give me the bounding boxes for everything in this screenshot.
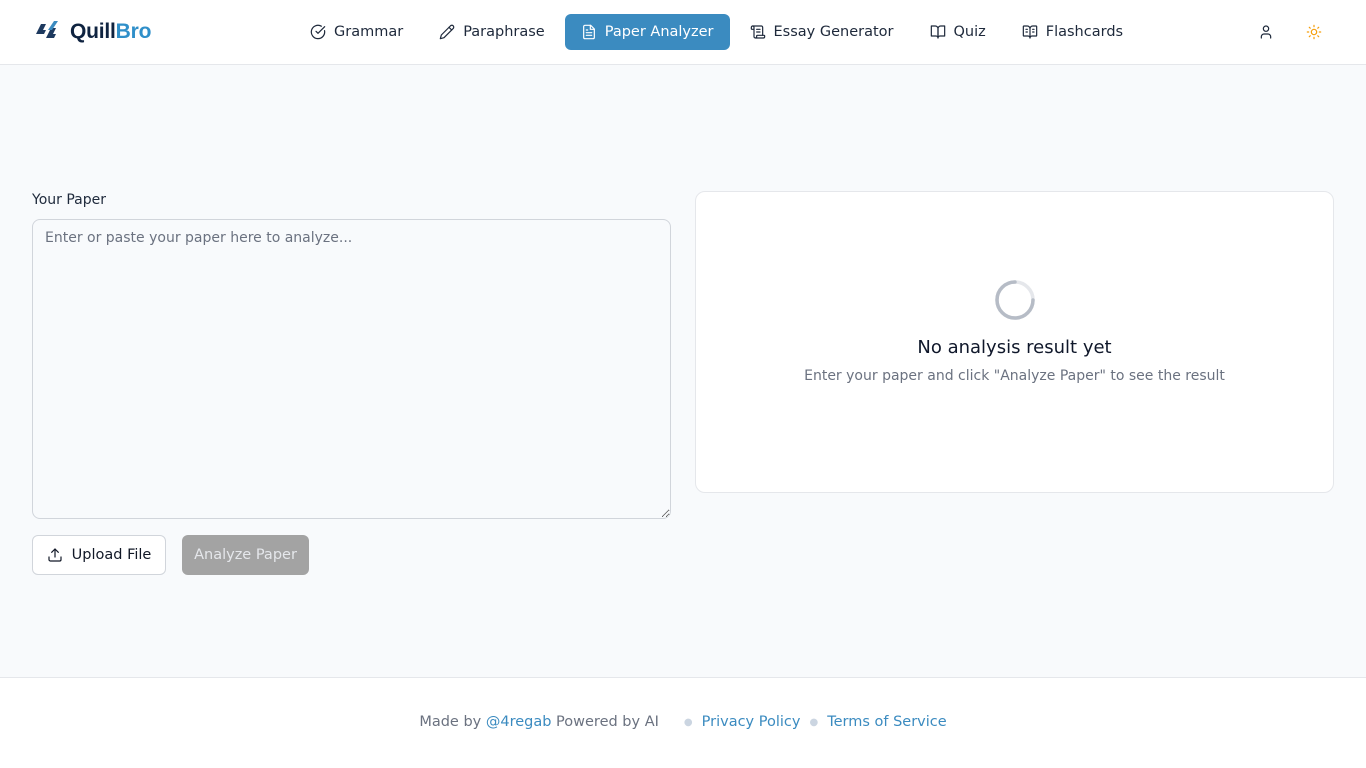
book-open-icon	[930, 25, 945, 39]
nav-quiz-label: Quiz	[953, 24, 986, 40]
paper-label: Your Paper	[32, 192, 106, 208]
user-account-button[interactable]	[1254, 20, 1278, 44]
result-empty-title: No analysis result yet	[917, 337, 1112, 358]
privacy-policy-link[interactable]: Privacy Policy	[702, 714, 801, 730]
footer: Made by @4regab Powered by AI ● Privacy …	[0, 677, 1366, 768]
nav-flashcards-label: Flashcards	[1045, 24, 1124, 40]
analyze-paper-button[interactable]: Analyze Paper	[182, 535, 309, 575]
upload-file-label: Upload File	[71, 547, 152, 563]
nav-flashcards[interactable]: Flashcards	[1006, 14, 1139, 50]
footer-separator: ●	[809, 716, 819, 728]
document-icon	[582, 24, 595, 40]
book-bookmark-icon	[1022, 25, 1038, 39]
footer-content: Made by @4regab Powered by AI ● Privacy …	[0, 714, 1366, 730]
theme-toggle-button[interactable]	[1302, 20, 1326, 44]
paper-textarea[interactable]	[32, 219, 671, 519]
loading-spinner-icon	[995, 280, 1035, 320]
quillbro-logo-icon	[34, 19, 60, 45]
footer-separator: ●	[683, 716, 693, 728]
pencil-icon	[439, 24, 455, 40]
author-link[interactable]: @4regab	[486, 714, 552, 730]
check-circle-icon	[310, 24, 326, 40]
nav-essay-generator-label: Essay Generator	[773, 24, 894, 40]
analysis-result-card: No analysis result yet Enter your paper …	[695, 191, 1334, 493]
scroll-icon	[750, 25, 765, 39]
nav-grammar-label: Grammar	[334, 24, 404, 40]
nav-paraphrase[interactable]: Paraphrase	[423, 14, 561, 50]
nav-quiz[interactable]: Quiz	[914, 14, 1002, 50]
user-icon	[1260, 25, 1272, 39]
footer-made-by: Made by	[419, 714, 482, 730]
upload-file-button[interactable]: Upload File	[32, 535, 166, 575]
nav-paraphrase-label: Paraphrase	[463, 24, 545, 40]
top-navbar: QuillBro Grammar Paraphrase Paper Analyz…	[0, 0, 1366, 65]
main-nav: Grammar Paraphrase Paper Analyzer Essay …	[294, 14, 1139, 50]
footer-powered-by: Powered by AI	[556, 714, 659, 730]
result-empty-subtitle: Enter your paper and click "Analyze Pape…	[804, 368, 1225, 384]
nav-paper-analyzer-label: Paper Analyzer	[604, 24, 714, 40]
sun-icon	[1306, 24, 1322, 40]
terms-of-service-link[interactable]: Terms of Service	[827, 714, 946, 730]
nav-paper-analyzer[interactable]: Paper Analyzer	[564, 14, 730, 50]
nav-essay-generator[interactable]: Essay Generator	[734, 14, 910, 50]
logo-text: QuillBro	[70, 20, 152, 43]
logo-link[interactable]: QuillBro	[34, 18, 151, 46]
nav-grammar[interactable]: Grammar	[294, 14, 419, 50]
upload-icon	[48, 548, 62, 562]
